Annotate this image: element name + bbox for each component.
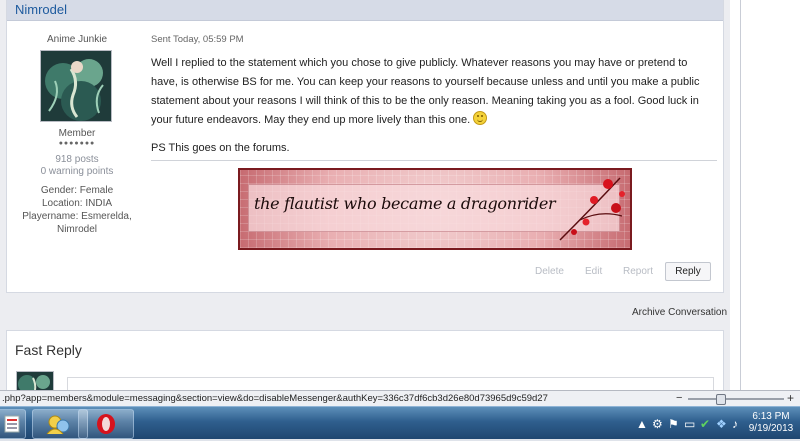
- edit-button[interactable]: Edit: [585, 266, 602, 277]
- zoom-out-icon[interactable]: −: [676, 392, 682, 404]
- avatar-image: [41, 51, 111, 121]
- smiley-icon: [473, 111, 488, 125]
- right-gutter: [730, 0, 800, 398]
- tray-arrow-icon[interactable]: ▲: [636, 417, 648, 431]
- signature-text: the flautist who became a dragonrider: [254, 194, 556, 213]
- reputation-pips: ●●●●●●●: [58, 140, 96, 147]
- archive-conversation-link[interactable]: Archive Conversation: [632, 307, 727, 318]
- playername-value: Esmerelda,: [81, 211, 132, 222]
- taskbar-app-opera[interactable]: [78, 409, 134, 439]
- location-label: Location:: [41, 198, 83, 209]
- zoom-in-icon[interactable]: +: [787, 391, 794, 405]
- zoom-slider-track[interactable]: [688, 398, 784, 400]
- message-text-content: Well I replied to the statement which yo…: [151, 57, 700, 126]
- clock-date: 9/19/2013: [748, 423, 794, 434]
- playername-value-2: Nimrodel: [56, 224, 97, 235]
- tray-monitor-icon[interactable]: ▭: [684, 417, 695, 431]
- location-field: Location: INDIA: [7, 198, 147, 209]
- post-header: Nimrodel: [7, 0, 723, 21]
- ps-text: PS This goes on the forums.: [151, 142, 290, 154]
- location-value: INDIA: [85, 198, 113, 209]
- clock-time: 6:13 PM: [752, 411, 790, 422]
- browser-status-bar: .php?app=members&module=messaging&sectio…: [0, 390, 800, 407]
- taskbar: ▲ ⚙ ⚑ ▭ ✔ ❖ ♪ 6:13 PM 9/19/2013: [0, 406, 800, 439]
- playername-field: Playername: Esmerelda,: [7, 211, 147, 222]
- tray-check-icon[interactable]: ✔: [700, 417, 710, 431]
- member-group: Member: [58, 128, 96, 139]
- message-text: Well I replied to the statement which yo…: [151, 54, 717, 130]
- post-actions: Delete Edit Report Reply: [527, 262, 719, 282]
- message-post: Nimrodel Anime Junkie Member ●●●●●●● 918…: [6, 0, 724, 293]
- author-title: Anime Junkie: [46, 34, 108, 45]
- playername-label: Playername:: [22, 211, 79, 222]
- post-count: 918 posts: [55, 154, 99, 165]
- reply-button[interactable]: Reply: [665, 262, 711, 281]
- signature-banner: the flautist who became a dragonrider: [238, 168, 632, 250]
- tray-network-icon[interactable]: ❖: [716, 417, 727, 431]
- zoom-slider-handle[interactable]: [716, 394, 726, 405]
- gutter-divider: [740, 0, 741, 398]
- opera-icon: [97, 414, 115, 434]
- tray-settings-icon[interactable]: ⚙: [652, 417, 663, 431]
- status-url: .php?app=members&module=messaging&sectio…: [2, 393, 548, 404]
- volume-icon[interactable]: ♪: [732, 417, 738, 431]
- fast-reply-title: Fast Reply: [15, 342, 82, 358]
- tray-flag-icon[interactable]: ⚑: [668, 417, 679, 431]
- gender-value: Female: [79, 185, 114, 196]
- taskbar-clock[interactable]: 6:13 PM 9/19/2013: [744, 411, 798, 435]
- avatar[interactable]: [40, 50, 112, 122]
- author-name-link[interactable]: Nimrodel: [15, 2, 67, 17]
- gender-label: Gender:: [40, 185, 77, 196]
- gender-field: Gender: Female: [7, 185, 147, 196]
- taskbar-app-explorer[interactable]: [0, 409, 26, 439]
- report-button[interactable]: Report: [623, 266, 653, 277]
- explorer-icon: [4, 415, 20, 433]
- sent-date: Sent Today, 05:59 PM: [151, 34, 244, 45]
- signature-divider: [151, 160, 717, 161]
- delete-button[interactable]: Delete: [535, 266, 564, 277]
- warning-points: 0 warning points: [40, 166, 114, 177]
